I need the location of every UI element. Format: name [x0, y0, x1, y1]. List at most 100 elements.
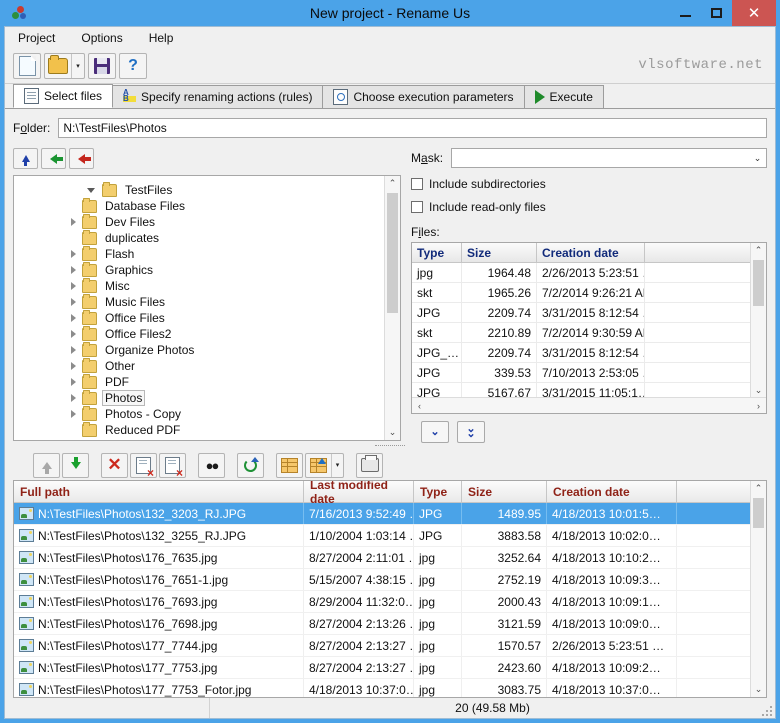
scroll-down-icon[interactable]: ⌄: [385, 425, 400, 440]
tree-node[interactable]: Photos: [14, 389, 400, 406]
tree-vertical-scrollbar[interactable]: ⌃ ⌄: [384, 176, 400, 440]
tree-node[interactable]: Office Files2: [14, 325, 400, 342]
scroll-down-icon[interactable]: ⌄: [751, 682, 766, 697]
tree-node[interactable]: Database Files: [14, 197, 400, 214]
files-table-row[interactable]: JPG 2209.74 3/31/2015 8:12:54 …: [412, 303, 766, 323]
remove-all-button[interactable]: ✕: [101, 452, 128, 478]
column-header-type[interactable]: Type: [412, 243, 462, 262]
expander-expand-icon[interactable]: [68, 393, 78, 403]
grid-row[interactable]: N:\TestFiles\Photos\132_3203_RJ.JPG 7/16/…: [14, 503, 766, 525]
expander-expand-icon[interactable]: [68, 361, 78, 371]
expander-expand-icon[interactable]: [68, 409, 78, 419]
maximize-button[interactable]: [701, 0, 732, 26]
scrollbar-thumb[interactable]: [387, 193, 398, 313]
minimize-button[interactable]: [670, 0, 701, 26]
selected-files-grid[interactable]: Full path Last modified date Type Size C…: [13, 480, 767, 698]
tree-node[interactable]: duplicates: [14, 229, 400, 246]
open-dropdown-caret[interactable]: ▾: [71, 54, 84, 78]
menu-item-help[interactable]: Help: [146, 29, 177, 47]
tree-node[interactable]: Flash: [14, 245, 400, 262]
column-header-size[interactable]: Size: [462, 243, 537, 262]
tree-node[interactable]: TestFiles: [14, 181, 400, 198]
tree-node[interactable]: Dev Files: [14, 213, 400, 230]
include-subdirectories-row[interactable]: Include subdirectories: [411, 177, 767, 191]
folder-tree[interactable]: TestFiles Database Files Dev Files duplicat…: [13, 175, 401, 441]
expander-expand-icon[interactable]: [68, 329, 78, 339]
grid-row[interactable]: N:\TestFiles\Photos\176_7651-1.jpg 5/15/2…: [14, 569, 766, 591]
expander-expand-icon[interactable]: [68, 345, 78, 355]
column-header-empty[interactable]: [645, 243, 766, 262]
expander-expand-icon[interactable]: [68, 249, 78, 259]
scroll-up-icon[interactable]: ⌃: [751, 243, 766, 258]
folder-path-input[interactable]: N:\TestFiles\Photos: [58, 118, 767, 138]
files-table-row[interactable]: JPG_… 2209.74 3/31/2015 8:12:54 …: [412, 343, 766, 363]
expander-expand-icon[interactable]: [68, 217, 78, 227]
grid-row[interactable]: N:\TestFiles\Photos\176_7693.jpg 8/29/200…: [14, 591, 766, 613]
scroll-up-icon[interactable]: ⌃: [751, 481, 766, 496]
mask-combo[interactable]: ⌄: [451, 148, 767, 168]
include-readonly-row[interactable]: Include read-only files: [411, 200, 767, 214]
find-button[interactable]: ●●: [198, 452, 225, 478]
grid-row[interactable]: N:\TestFiles\Photos\177_7753.jpg 8/27/200…: [14, 657, 766, 679]
grid-row[interactable]: N:\TestFiles\Photos\177_7753_Fotor.jpg 4/…: [14, 679, 766, 697]
menu-item-project[interactable]: Project: [15, 29, 58, 47]
tree-node[interactable]: Organize Photos: [14, 341, 400, 358]
tree-node[interactable]: Other: [14, 357, 400, 374]
tab-execute[interactable]: Execute: [523, 85, 604, 108]
go-back-button[interactable]: [41, 148, 66, 169]
tree-node[interactable]: Photos - Copy: [14, 405, 400, 422]
expander-collapse-icon[interactable]: [86, 185, 96, 195]
save-project-button[interactable]: [88, 53, 116, 79]
tab-specify-renaming-actions[interactable]: AB Specify renaming actions (rules): [112, 85, 324, 108]
grid-row[interactable]: N:\TestFiles\Photos\132_3255_RJ.JPG 1/10/…: [14, 525, 766, 547]
tab-select-files[interactable]: Select files: [13, 84, 114, 108]
expander-expand-icon[interactable]: [68, 297, 78, 307]
include-readonly-checkbox[interactable]: [411, 201, 423, 213]
column-header-last-modified[interactable]: Last modified date: [304, 481, 414, 506]
expander-expand-icon[interactable]: [68, 377, 78, 387]
tab-choose-execution-parameters[interactable]: Choose execution parameters: [322, 85, 525, 108]
expander-expand-icon[interactable]: [68, 313, 78, 323]
tree-node[interactable]: Reduced PDF: [14, 421, 400, 438]
expander-expand-icon[interactable]: [68, 265, 78, 275]
menu-item-options[interactable]: Options: [78, 29, 125, 47]
open-project-button[interactable]: ▾: [44, 53, 85, 79]
scrollbar-thumb[interactable]: [753, 260, 764, 306]
files-table-row[interactable]: jpg 1964.48 2/26/2013 5:23:51 …: [412, 263, 766, 283]
files-table-row[interactable]: skt 1965.26 7/2/2014 9:26:21 AM: [412, 283, 766, 303]
add-all-button[interactable]: ⌄ ⌄: [457, 421, 485, 443]
tree-node[interactable]: Graphics: [14, 261, 400, 278]
scrollbar-thumb[interactable]: [753, 498, 764, 528]
refresh-button[interactable]: [237, 452, 264, 478]
include-subdirectories-checkbox[interactable]: [411, 178, 423, 190]
column-header-creation-date[interactable]: Creation date: [547, 481, 677, 502]
column-header-creation-date[interactable]: Creation date: [537, 243, 645, 262]
resize-grip-icon[interactable]: [762, 706, 772, 716]
tree-node[interactable]: Office Files: [14, 309, 400, 326]
panel-splitter[interactable]: [13, 443, 767, 450]
move-up-button[interactable]: [33, 452, 60, 478]
column-header-size[interactable]: Size: [462, 481, 547, 502]
grid-vertical-scrollbar[interactable]: ⌃ ⌄: [750, 481, 766, 697]
help-button[interactable]: ?: [119, 53, 147, 79]
files-vertical-scrollbar[interactable]: ⌃ ⌄: [750, 243, 766, 398]
files-horizontal-scrollbar[interactable]: ‹ ›: [412, 397, 766, 413]
close-button[interactable]: ✕: [732, 0, 776, 26]
files-table[interactable]: Type Size Creation date jpg 1964.48 2/26/2…: [411, 242, 767, 414]
export-dropdown-caret[interactable]: ▾: [331, 453, 343, 477]
chevron-down-icon[interactable]: ⌄: [749, 153, 766, 164]
new-project-button[interactable]: [13, 53, 41, 79]
tree-node[interactable]: PDF: [14, 373, 400, 390]
remove-file-button[interactable]: [130, 452, 157, 478]
column-header-type[interactable]: Type: [414, 481, 462, 502]
column-header-full-path[interactable]: Full path: [14, 481, 304, 502]
move-down-button[interactable]: [62, 452, 89, 478]
grid-row[interactable]: N:\TestFiles\Photos\177_7744.jpg 8/27/200…: [14, 635, 766, 657]
print-button[interactable]: [356, 452, 383, 478]
add-selected-button[interactable]: ⌄: [421, 421, 449, 443]
expander-expand-icon[interactable]: [68, 281, 78, 291]
grid-row[interactable]: N:\TestFiles\Photos\176_7635.jpg 8/27/200…: [14, 547, 766, 569]
tree-node[interactable]: Misc: [14, 277, 400, 294]
export-grid-button[interactable]: ▾: [305, 452, 344, 478]
grid-view-button[interactable]: [276, 452, 303, 478]
